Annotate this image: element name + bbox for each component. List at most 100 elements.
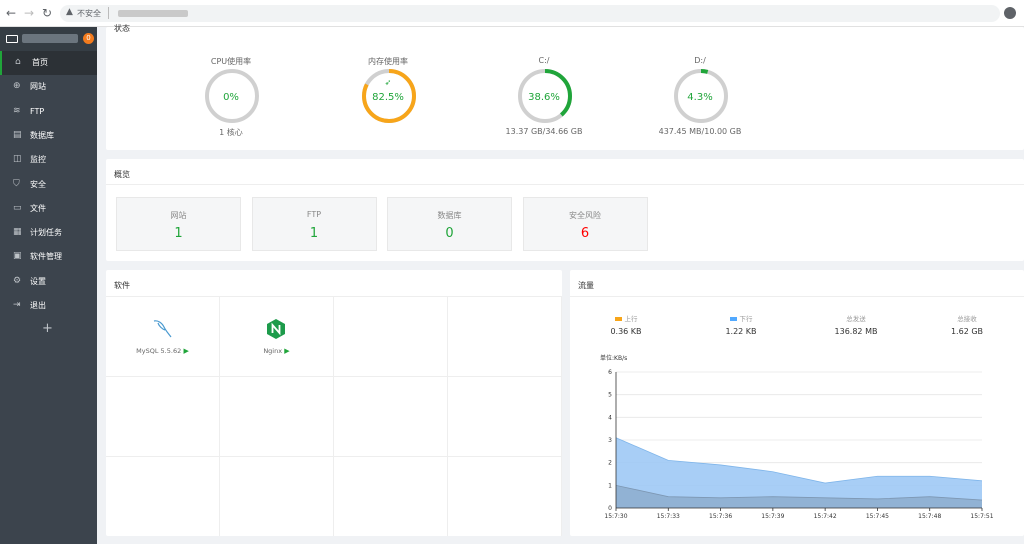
y-tick-label: 5 [608, 392, 612, 399]
play-icon[interactable]: ▶ [181, 347, 188, 355]
status-panel: 状态 CPU使用率 0% 1 核心 内存使用率 ➶ 82.5% C:/ 38.6% 13.37 … [106, 24, 1024, 150]
software-empty-cell [220, 457, 334, 536]
sidebar-item-label: 计划任务 [30, 228, 62, 238]
gauge-2[interactable]: C:/ 38.6% 13.37 GB/34.66 GB [469, 56, 619, 176]
traffic-panel: 流量 上行 0.36 KB 下行 1.22 KB 总发送 136.82 MB 总接收 1.62… [570, 270, 1024, 536]
play-icon[interactable]: ▶ [282, 347, 289, 355]
sidebar-item-label: 网站 [30, 82, 46, 92]
traffic-title: 流量 [578, 281, 594, 290]
account-icon[interactable] [1004, 7, 1016, 19]
apps-icon: ▣ [13, 251, 22, 262]
software-name: Nginx ▶ [220, 347, 333, 355]
url-redacted [118, 10, 188, 17]
gauge-label: C:/ [538, 56, 550, 65]
rocket-icon[interactable]: ➶ [313, 78, 463, 87]
card-label: 安全风险 [569, 211, 601, 220]
logout-icon: ⇥ [13, 300, 21, 310]
gauge-value: 82.5% [372, 92, 404, 103]
globe-icon: ⊕ [13, 81, 21, 92]
y-tick-label: 4 [608, 414, 612, 421]
y-axis-label: 单位:KB/s [600, 354, 627, 362]
sidebar-item-label: 数据库 [30, 130, 54, 140]
x-tick-label: 15:7:51 [970, 513, 993, 520]
software-empty-cell [106, 377, 220, 457]
sidebar-item-label: 退出 [30, 301, 46, 310]
add-icon[interactable]: + [42, 321, 53, 336]
sidebar-item-8[interactable]: ▣ 软件管理 [0, 245, 97, 269]
back-icon[interactable]: ← [4, 6, 18, 20]
sidebar-item-9[interactable]: ⚙ 设置 [0, 270, 97, 294]
x-tick-label: 15:7:33 [657, 513, 680, 520]
software-empty-cell [334, 377, 448, 457]
sidebar-item-0[interactable]: ⌂ 首页 [0, 51, 97, 75]
gauge-value: 0% [223, 92, 239, 103]
reload-icon[interactable]: ↻ [40, 6, 54, 20]
sidebar-item-label: FTP [30, 106, 45, 116]
x-tick-label: 15:7:36 [709, 513, 732, 520]
ftp-icon: ≋ [13, 105, 21, 116]
home-icon: ⌂ [15, 57, 21, 67]
x-tick-label: 15:7:45 [866, 513, 889, 520]
stat-label: 总接收 [957, 315, 977, 323]
y-tick-label: 1 [608, 482, 612, 489]
x-tick-label: 15:7:48 [918, 513, 941, 520]
sidebar-header: 0 [0, 27, 97, 51]
x-tick-label: 15:7:42 [814, 513, 837, 520]
sidebar-item-label: 首页 [32, 58, 48, 67]
shield-icon: ⛉ [13, 178, 20, 189]
calendar-icon: ▦ [13, 227, 22, 238]
overview-title: 概览 [114, 170, 130, 179]
notification-badge[interactable]: 0 [83, 33, 94, 44]
gauge-0[interactable]: CPU使用率 0% 1 核心 [156, 56, 306, 176]
overview-card-2[interactable]: 数据库 0 [387, 197, 512, 251]
software-title: 软件 [114, 281, 130, 290]
server-name-redacted [22, 34, 78, 43]
address-bar[interactable]: ▲ 不安全 ☆ [60, 5, 1000, 22]
monitor-icon: ◫ [13, 154, 22, 165]
traffic-chart: 单位:KB/s 0 1 2 3 4 5 6 15:7:30 15:7:33 15:7:36 15:7:… [600, 354, 994, 520]
card-value: 6 [580, 226, 590, 241]
sidebar-item-6[interactable]: ▭ 文件 [0, 197, 97, 221]
security-label: 不安全 [77, 9, 101, 18]
sidebar-item-10[interactable]: ⇥ 退出 [0, 294, 97, 318]
x-tick-label: 15:7:30 [604, 513, 627, 520]
sidebar-item-2[interactable]: ≋ FTP [0, 100, 97, 124]
x-tick-label: 15:7:39 [761, 513, 784, 520]
sidebar-item-label: 安全 [30, 179, 46, 189]
folder-icon: ▭ [13, 202, 22, 213]
sidebar-item-label: 文件 [30, 203, 46, 213]
sidebar-item-5[interactable]: ⛉ 安全 [0, 173, 97, 197]
sidebar-item-4[interactable]: ◫ 监控 [0, 148, 97, 172]
card-label: 数据库 [437, 211, 462, 220]
stat-label: 上行 [624, 315, 638, 323]
overview-card-1[interactable]: FTP 1 [251, 197, 377, 251]
gauge-sub: 13.37 GB/34.66 GB [505, 127, 583, 136]
gauge-value: 4.3% [687, 92, 713, 103]
mysql-dolphin-icon [150, 317, 174, 341]
software-empty-cell [334, 297, 448, 377]
sidebar-item-1[interactable]: ⊕ 网站 [0, 75, 97, 99]
stat-label-wrap: 下行 [691, 313, 791, 323]
card-label: FTP [306, 210, 322, 219]
sidebar-item-label: 监控 [30, 155, 46, 165]
overview-card-0[interactable]: 网站 1 [116, 197, 241, 251]
software-empty-cell [220, 377, 334, 457]
stat-label-wrap: 总接收 [917, 313, 1017, 323]
gauge-1[interactable]: 内存使用率 ➶ 82.5% [313, 56, 463, 176]
software-item[interactable]: Nginx ▶ [220, 297, 334, 377]
stat-label-wrap: 总发送 [806, 313, 906, 323]
sidebar-item-3[interactable]: ▤ 数据库 [0, 124, 97, 148]
sidebar-item-7[interactable]: ▦ 计划任务 [0, 221, 97, 245]
software-label: Nginx [263, 347, 283, 355]
overview-card-3[interactable]: 安全风险 6 [522, 197, 648, 251]
gauge-3[interactable]: D:/ 4.3% 437.45 MB/10.00 GB [625, 56, 775, 176]
sidebar: 0 ⌂ 首页 ⊕ 网站 ≋ FTP ▤ 数据库 ◫ 监控 ⛉ 安全 ▭ 文件 ▦ 计划任务 ▣ 软件管理 ⚙ 设置 ⇥ 退… [0, 27, 97, 544]
y-tick-label: 2 [608, 460, 612, 467]
card-label: 网站 [170, 211, 187, 220]
stat-label-wrap: 上行 [576, 313, 676, 323]
software-empty-cell [106, 457, 220, 536]
sidebar-item-label: 设置 [30, 276, 46, 286]
browser-toolbar: ← → ↻ ▲ 不安全 ☆ [0, 0, 1024, 27]
software-item[interactable]: MySQL 5.5.62 ▶ [106, 297, 220, 377]
forward-icon[interactable]: → [22, 6, 36, 20]
